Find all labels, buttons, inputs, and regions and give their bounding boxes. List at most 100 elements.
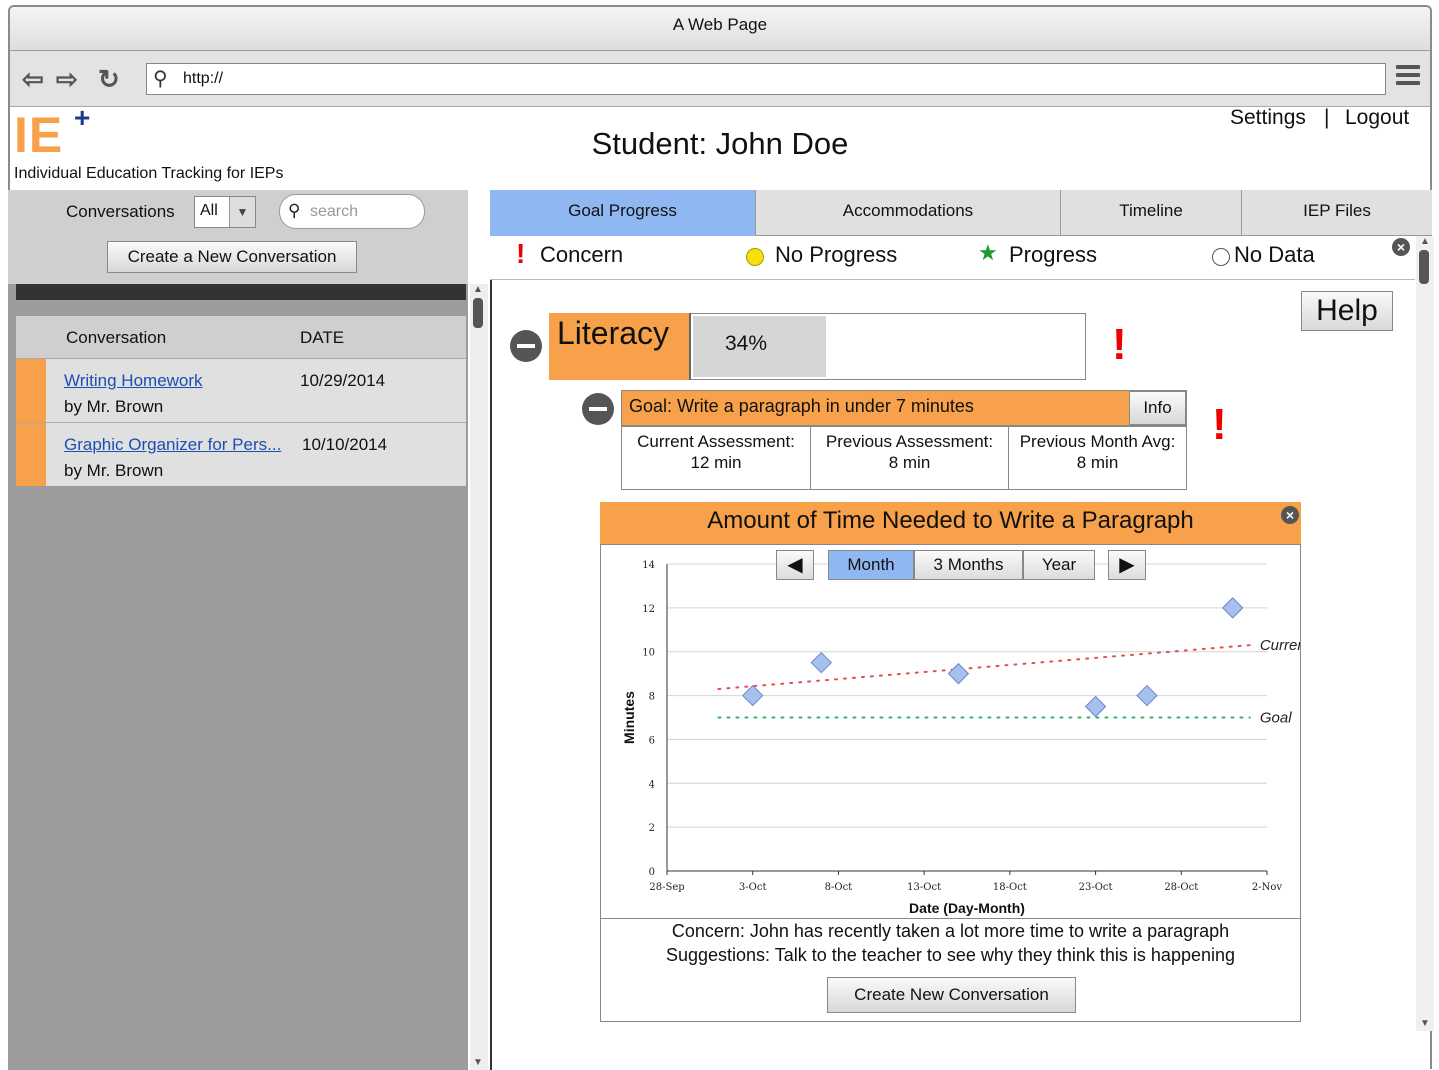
- url-bar[interactable]: ⚲ http://: [146, 63, 1386, 95]
- search-icon: ⚲: [153, 68, 168, 90]
- next-period-button[interactable]: ▶: [1108, 550, 1146, 580]
- data-point: [1136, 684, 1158, 707]
- literacy-label[interactable]: Literacy: [549, 313, 691, 380]
- x-tick-label: 8-Oct: [825, 882, 853, 893]
- x-tick-label: 2-Nov: [1252, 882, 1283, 893]
- row-marker: [16, 359, 46, 422]
- conversation-date: 10/29/2014: [300, 371, 386, 390]
- concern-icon: !: [1112, 320, 1127, 369]
- y-tick-label: 8: [649, 692, 655, 703]
- chevron-down-icon[interactable]: ▼: [229, 197, 255, 227]
- logo-text: IE: [14, 107, 64, 163]
- period-year-button[interactable]: Year: [1023, 550, 1095, 580]
- conversations-label: Conversations: [66, 202, 175, 221]
- scrollbar-thumb[interactable]: [1419, 250, 1429, 284]
- data-point: [947, 662, 970, 685]
- y-tick-label: 12: [642, 604, 655, 615]
- x-tick-label: 28-Oct: [1164, 882, 1198, 893]
- help-button[interactable]: Help: [1301, 291, 1393, 331]
- previous-month-avg-label: Previous Month Avg:: [1019, 432, 1176, 451]
- assessment-table: Current Assessment: 12 min Previous Asse…: [621, 426, 1187, 490]
- scroll-down-icon[interactable]: ▼: [1420, 1018, 1430, 1029]
- main-scrollbar[interactable]: ▲ ▼: [1416, 236, 1434, 1031]
- back-arrow-icon[interactable]: ⇦: [22, 51, 44, 107]
- y-tick-label: 2: [649, 823, 655, 834]
- previous-month-avg: Previous Month Avg: 8 min: [1009, 427, 1186, 489]
- conversation-author: by Mr. Brown: [64, 397, 164, 416]
- scroll-down-icon[interactable]: ▼: [473, 1057, 483, 1068]
- logo-plus: +: [74, 102, 91, 133]
- period-3-months-button[interactable]: 3 Months: [914, 550, 1023, 580]
- reload-icon[interactable]: ↻: [98, 51, 120, 107]
- data-point: [1084, 695, 1107, 718]
- legend-no-progress: No Progress: [775, 242, 898, 267]
- app-logo: IE + Individual Education Tracking for I…: [14, 102, 283, 182]
- settings-link[interactable]: Settings: [1230, 106, 1306, 130]
- x-tick-label: 13-Oct: [907, 882, 941, 893]
- no-data-icon: [1212, 248, 1230, 266]
- concern-icon: !: [516, 238, 526, 269]
- window-title: A Web Page: [10, 7, 1430, 51]
- collapse-icon[interactable]: [582, 393, 614, 425]
- scrollbar-thumb[interactable]: [473, 298, 483, 328]
- hamburger-menu-icon[interactable]: [1396, 65, 1420, 89]
- legend-concern: Concern: [540, 242, 624, 267]
- filter-value: All: [200, 202, 218, 219]
- y-tick-label: 14: [642, 560, 655, 571]
- previous-assessment-value: 8 min: [888, 453, 931, 472]
- page-title: Student: John Doe: [591, 126, 849, 161]
- tab-timeline[interactable]: Timeline: [1061, 190, 1242, 236]
- literacy-percent: 34%: [725, 332, 768, 355]
- current-assessment-label: Current Assessment:: [637, 432, 795, 451]
- x-tick-label: 23-Oct: [1079, 882, 1113, 893]
- conversation-row[interactable]: Graphic Organizer for Pers... by Mr. Bro…: [16, 422, 466, 486]
- create-new-conversation-button[interactable]: Create a New Conversation: [107, 241, 357, 273]
- conversation-filter-select[interactable]: All ▼: [194, 196, 256, 228]
- conversation-title-link[interactable]: Graphic Organizer for Pers...: [64, 435, 281, 455]
- url-text: http://: [183, 70, 224, 87]
- no-progress-icon: [746, 248, 764, 266]
- y-axis-label: Minutes: [621, 691, 637, 744]
- tab-goal-progress[interactable]: Goal Progress: [490, 190, 756, 236]
- previous-assessment: Previous Assessment: 8 min: [811, 427, 1009, 489]
- suggestion-message: Suggestions: Talk to the teacher to see …: [665, 945, 1236, 965]
- previous-period-button[interactable]: ◀: [776, 550, 814, 580]
- conversation-row[interactable]: Writing Homework by Mr. Brown 10/29/2014: [16, 358, 466, 422]
- x-tick-label: 28-Sep: [649, 882, 684, 893]
- scroll-up-icon[interactable]: ▲: [1420, 236, 1430, 247]
- status-legend: ! Concern No Progress ★ Progress No Data: [490, 236, 1415, 280]
- concern-message: Concern: John has recently taken a lot m…: [671, 921, 1230, 941]
- sidebar-divider: [16, 284, 466, 300]
- info-button[interactable]: Info: [1129, 391, 1186, 425]
- close-icon[interactable]: ×: [1281, 506, 1299, 524]
- conversation-title-link[interactable]: Writing Homework: [64, 371, 203, 391]
- main-tabs: Goal Progress Accommodations Timeline IE…: [490, 190, 1432, 236]
- search-input[interactable]: ⚲ search: [279, 194, 425, 229]
- period-month-button[interactable]: Month: [828, 550, 914, 580]
- close-icon[interactable]: ×: [1392, 238, 1410, 256]
- data-point: [742, 684, 764, 707]
- data-point: [810, 651, 832, 674]
- concern-icon: !: [1212, 400, 1227, 449]
- chart-divider: [600, 918, 1301, 919]
- data-point: [1222, 597, 1244, 619]
- y-tick-label: 0: [649, 867, 655, 878]
- logout-link[interactable]: Logout: [1345, 106, 1409, 130]
- conversation-author: by Mr. Brown: [64, 461, 164, 480]
- legend-no-data: No Data: [1234, 242, 1315, 267]
- y-tick-label: 4: [649, 779, 655, 790]
- tab-accommodations[interactable]: Accommodations: [756, 190, 1061, 236]
- header-separator: |: [1324, 106, 1330, 129]
- sidebar-scrollbar[interactable]: ▲ ▼: [470, 284, 488, 1070]
- reference-line-label: Goal: [1260, 710, 1292, 727]
- y-tick-label: 10: [642, 648, 655, 659]
- scroll-up-icon[interactable]: ▲: [473, 284, 483, 295]
- search-icon: ⚲: [288, 201, 301, 220]
- y-tick-label: 6: [649, 735, 655, 746]
- row-marker: [16, 423, 46, 486]
- forward-arrow-icon[interactable]: ⇨: [56, 51, 78, 107]
- create-new-conversation-button[interactable]: Create New Conversation: [827, 977, 1076, 1013]
- tab-iep-files[interactable]: IEP Files: [1242, 190, 1432, 236]
- collapse-icon[interactable]: [510, 330, 542, 362]
- previous-month-avg-value: 8 min: [1076, 453, 1119, 472]
